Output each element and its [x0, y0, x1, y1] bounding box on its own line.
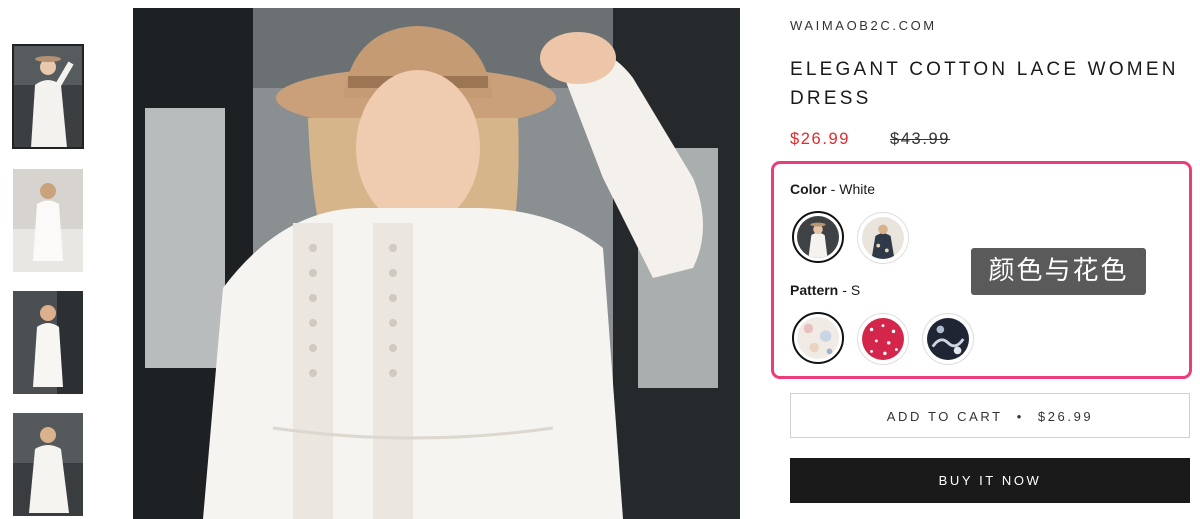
- pattern-swatch-dark-floral[interactable]: [922, 313, 974, 365]
- sale-price: $26.99: [790, 130, 851, 148]
- main-product-image[interactable]: [133, 8, 740, 519]
- buy-now-button[interactable]: BUY IT NOW: [790, 458, 1190, 503]
- floral-dress-swatch-image: [862, 217, 904, 259]
- light-floral-swatch-image: [797, 317, 839, 359]
- color-swatch-white[interactable]: [792, 211, 844, 263]
- color-selected-value: White: [839, 181, 876, 197]
- white-dress-swatch-image: [797, 216, 839, 258]
- product-title: ELEGANT COTTON LACE WOMEN DRESS: [790, 59, 1179, 109]
- add-to-cart-separator: •: [1016, 409, 1024, 424]
- pattern-selected-value: S: [850, 282, 861, 298]
- pattern-label: Pattern: [790, 282, 839, 298]
- dark-floral-swatch-image: [927, 318, 969, 360]
- add-to-cart-price: $26.99: [1037, 409, 1094, 424]
- annotation-label: 颜色与花色: [971, 248, 1146, 295]
- pattern-separator: -: [842, 282, 847, 298]
- thumbnail-1[interactable]: [12, 44, 84, 149]
- store-vendor[interactable]: WAIMAOB2C.COM: [790, 18, 937, 33]
- add-to-cart-label: ADD TO CART: [886, 409, 1003, 424]
- thumbnail-2[interactable]: [13, 169, 83, 272]
- color-separator: -: [830, 181, 836, 197]
- red-floral-swatch-image: [862, 318, 904, 360]
- pattern-swatch-red-floral[interactable]: [857, 313, 909, 365]
- color-swatch-floral[interactable]: [857, 212, 909, 264]
- thumbnail-3[interactable]: [13, 291, 83, 394]
- compare-at-price: $43.99: [890, 130, 951, 148]
- color-option-label: Color - White: [790, 181, 875, 197]
- pattern-swatch-light-floral[interactable]: [792, 312, 844, 364]
- color-label: Color: [790, 181, 827, 197]
- pattern-option-label: Pattern - S: [790, 282, 860, 298]
- thumbnail-4[interactable]: [13, 413, 83, 516]
- add-to-cart-button[interactable]: ADD TO CART • $26.99: [790, 393, 1190, 438]
